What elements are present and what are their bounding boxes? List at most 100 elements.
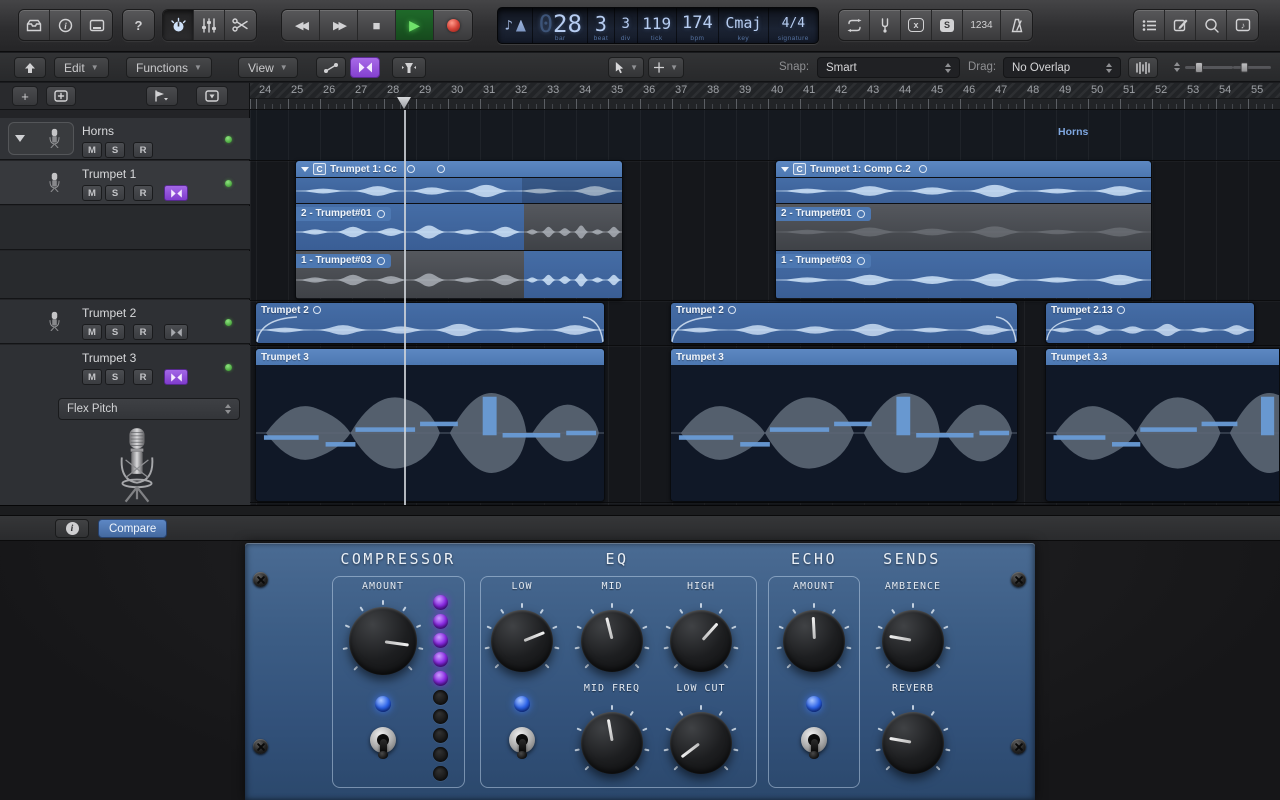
take-lane-row-1[interactable]: 1 - Trumpet#03 [776, 250, 1151, 298]
track-name[interactable]: Trumpet 1 [82, 167, 136, 181]
rewind-button[interactable]: ◀◀ [282, 10, 320, 40]
echo-toggle-switch[interactable] [799, 721, 829, 759]
take-lane-row-2[interactable]: 2 - Trumpet#01 [296, 203, 622, 250]
hide-toolbar-button[interactable] [14, 57, 46, 78]
take-folder-region-1[interactable]: C Trumpet 1: Cc 2 - Trumpet#01 [295, 160, 623, 300]
track-zoom-preset-button[interactable] [196, 86, 228, 106]
vertical-zoom-slider[interactable] [1166, 61, 1233, 73]
eq-low-knob[interactable] [491, 610, 553, 672]
slider-track[interactable] [1185, 66, 1233, 69]
region-header[interactable]: Trumpet 2 [671, 303, 1017, 317]
track-header-horns[interactable]: Horns M S R [0, 118, 250, 160]
take-active-section[interactable] [524, 251, 622, 298]
playhead-line[interactable] [404, 110, 406, 505]
record-enable-button[interactable]: R [133, 142, 153, 158]
mute-button[interactable]: M [82, 324, 102, 340]
disclosure-triangle-icon[interactable] [15, 135, 25, 142]
edit-menu[interactable]: Edit▼ [54, 57, 109, 78]
eq-toggle-switch[interactable] [507, 721, 537, 759]
metronome-button[interactable] [1001, 10, 1032, 40]
solo-button[interactable]: S [105, 142, 125, 158]
horizontal-zoom-slider[interactable] [1233, 61, 1271, 72]
disclosure-triangle-icon[interactable] [301, 167, 309, 172]
lcd-signature[interactable]: 4/4 signature [769, 8, 818, 43]
take-circle-icon[interactable] [857, 257, 865, 265]
sends-reverb-knob[interactable] [882, 712, 944, 774]
inspector-button[interactable]: i [50, 10, 81, 40]
take-circle-icon[interactable] [919, 165, 927, 173]
solo-button[interactable]: S [105, 185, 125, 201]
solo-button[interactable]: S [105, 369, 125, 385]
compare-button[interactable]: Compare [98, 519, 167, 538]
mute-button[interactable]: M [82, 369, 102, 385]
region-header[interactable]: Trumpet 2 [256, 303, 604, 317]
region-header[interactable]: Trumpet 3 [671, 349, 1017, 365]
flex-toggle-button[interactable] [164, 324, 188, 340]
take-inactive-section[interactable] [524, 204, 622, 250]
track-name[interactable]: Trumpet 2 [82, 306, 136, 320]
forward-button[interactable]: ▶▶ [320, 10, 358, 40]
quick-help-button[interactable]: ? [123, 10, 154, 40]
take-folder-region-2[interactable]: C Trumpet 1: Comp C.2 2 - Trumpet#01 1 -… [775, 160, 1152, 300]
lcd-div[interactable]: 3 div [615, 8, 638, 43]
tracks-arrange-area[interactable]: Horns C Trumpet 1: Cc [250, 110, 1280, 505]
list-editors-button[interactable] [1134, 10, 1165, 40]
trumpet3-region-1[interactable]: Trumpet 3 [255, 348, 605, 502]
sends-ambience-knob[interactable] [882, 610, 944, 672]
smart-controls-button[interactable] [163, 10, 194, 40]
snap-select[interactable]: Smart [817, 57, 960, 78]
track-header-trumpet3[interactable]: Trumpet 3 M S R Flex Pitch [0, 345, 250, 505]
catch-playhead-button[interactable] [392, 57, 426, 78]
fade-in-curve[interactable] [671, 315, 713, 343]
track-header-trumpet1[interactable]: Trumpet 1 M S R [0, 161, 250, 205]
library-button[interactable] [19, 10, 50, 40]
fade-in-curve[interactable] [1046, 315, 1082, 343]
apple-loops-button[interactable] [1196, 10, 1227, 40]
panel-divider[interactable] [0, 505, 1280, 516]
region-header[interactable]: Trumpet 3 [256, 349, 604, 365]
lcd-beat[interactable]: 3 beat [588, 8, 615, 43]
command-tool-menu[interactable]: ▼ [648, 57, 684, 78]
fade-in-curve[interactable] [256, 315, 298, 343]
take-label-tag[interactable]: 1 - Trumpet#03 [776, 254, 871, 268]
waveform-zoom-button[interactable] [1128, 57, 1158, 78]
lcd-tick[interactable]: 119 tick [638, 8, 677, 43]
track-header-trumpet2[interactable]: Trumpet 2 M S R [0, 300, 250, 344]
echo-amount-knob[interactable] [783, 610, 845, 672]
solo-button[interactable]: S [932, 10, 963, 40]
drag-select[interactable]: No Overlap [1003, 57, 1121, 78]
count-in-button[interactable]: 1234 [963, 10, 1001, 40]
take-lane-row-1[interactable]: 1 - Trumpet#03 [296, 250, 622, 298]
slider-thumb[interactable] [1195, 62, 1203, 73]
trumpet3-region-2[interactable]: Trumpet 3 [670, 348, 1018, 502]
lcd-key[interactable]: Cmaj key [719, 8, 769, 43]
stop-button[interactable]: ■ [358, 10, 396, 40]
lcd-bpm[interactable]: 174 bpm [677, 8, 719, 43]
region-header[interactable]: Trumpet 3.3 [1046, 349, 1279, 365]
take-lane-header-2[interactable] [0, 251, 250, 299]
media-browser-button[interactable]: ♪ [1227, 10, 1258, 40]
add-track-button[interactable]: + [12, 86, 38, 106]
fade-out-curve[interactable] [582, 315, 604, 343]
track-sort-flag-button[interactable] [146, 86, 178, 106]
pointer-tool-menu[interactable]: ▼ [608, 57, 644, 78]
editors-button[interactable] [225, 10, 256, 40]
flex-pitch-body[interactable] [1046, 365, 1279, 501]
loop-circle-icon[interactable] [313, 306, 321, 314]
mixer-button[interactable] [194, 10, 225, 40]
track-name[interactable]: Horns [82, 124, 114, 138]
disclosure-triangle-icon[interactable] [781, 167, 789, 172]
trumpet2-region-3[interactable]: Trumpet 2.13 [1045, 302, 1255, 344]
lcd-mode-icons[interactable]: ♪ [498, 8, 533, 43]
take-lane-row-2[interactable]: 2 - Trumpet#01 [776, 203, 1151, 250]
eq-mid-knob[interactable] [581, 610, 643, 672]
functions-menu[interactable]: Functions▼ [126, 57, 212, 78]
take-circle-icon[interactable] [377, 257, 385, 265]
trumpet2-region-1[interactable]: Trumpet 2 [255, 302, 605, 344]
take-lane-header-1[interactable] [0, 206, 250, 250]
record-enable-button[interactable]: R [133, 185, 153, 201]
lcd-bar[interactable]: 028 bar [533, 8, 588, 43]
mute-button[interactable]: M [82, 185, 102, 201]
mute-button[interactable]: M [82, 142, 102, 158]
flex-pitch-body[interactable] [671, 365, 1017, 501]
